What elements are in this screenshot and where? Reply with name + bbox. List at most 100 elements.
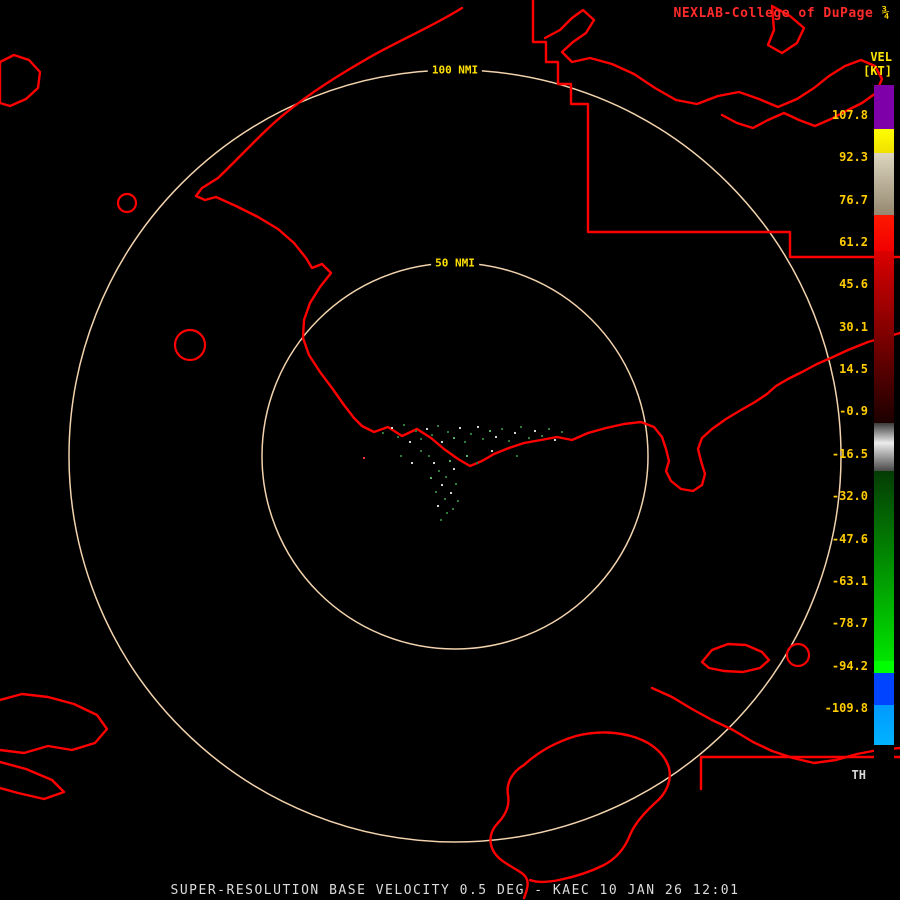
map-outline	[0, 692, 109, 755]
radar-echo	[495, 436, 497, 438]
colorbar-tick: 30.1	[839, 319, 868, 334]
site-title-text: NEXLAB-College of DuPage	[673, 6, 874, 21]
radar-echo	[534, 430, 536, 432]
map-lake-outline	[173, 328, 207, 362]
radar-echo	[561, 431, 563, 433]
radar-echo	[437, 425, 439, 427]
radar-echo	[491, 450, 493, 452]
radar-echo	[482, 438, 484, 440]
colorbar-tick: 76.7	[839, 192, 868, 207]
colorbar-tick: 107.8	[831, 108, 868, 122]
radar-echo	[435, 491, 437, 493]
radar-echo	[501, 428, 503, 430]
radar-echo	[441, 441, 443, 443]
radar-echo	[437, 505, 439, 507]
colorbar-segment	[874, 705, 894, 745]
colorbar-tick: -47.6	[831, 531, 868, 546]
radar-echo	[433, 462, 435, 464]
colorbar-tick: 14.5	[839, 362, 868, 377]
colorbar	[874, 85, 894, 790]
radar-echo	[450, 492, 452, 494]
colorbar-segment	[874, 215, 894, 251]
radar-echo	[520, 426, 522, 428]
radar-echo	[415, 430, 417, 432]
radar-echo	[420, 438, 422, 440]
range-ring-label: 50 NMI	[431, 256, 479, 270]
colorbar-threshold-label: TH	[851, 768, 866, 782]
colorbar-segment	[874, 443, 894, 471]
radar-echo	[554, 439, 556, 441]
page-title: NEXLAB-College of DuPage ¾	[674, 6, 891, 21]
radar-echo	[426, 428, 428, 430]
colorbar-tick: -63.1	[831, 573, 868, 588]
radar-echo	[541, 435, 543, 437]
colorbar-tick: 92.3	[839, 150, 868, 165]
radar-echo	[477, 426, 479, 428]
colorbar-segment	[874, 423, 894, 443]
colorbar-segment	[874, 673, 894, 705]
colorbar-segment	[874, 129, 894, 153]
colorbar-segment	[874, 745, 894, 790]
range-ring-label: 100 NMI	[427, 63, 483, 77]
map-lake-outline	[116, 192, 138, 214]
colorbar-unit-label: VEL	[870, 50, 892, 64]
radar-echo	[446, 512, 448, 514]
radar-echo	[453, 468, 455, 470]
colorbar-tick: -0.9	[839, 404, 868, 419]
radar-echo	[455, 483, 457, 485]
radar-echo	[516, 455, 518, 457]
product-caption: SUPER-RESOLUTION BASE VELOCITY 0.5 DEG -…	[170, 883, 740, 898]
colorbar-segment	[874, 251, 894, 423]
radar-echo	[508, 440, 510, 442]
radar-echo	[449, 460, 451, 462]
radar-echo	[431, 434, 433, 436]
radar-echo	[428, 455, 430, 457]
map-outline	[650, 686, 900, 765]
radar-echo	[409, 441, 411, 443]
radar-echo	[514, 432, 516, 434]
map-outline	[194, 6, 900, 493]
radar-display: NEXLAB-College of DuPage ¾ VEL [KT] 107.…	[0, 0, 900, 900]
colorbar-tick: 45.6	[839, 277, 868, 292]
radar-map	[0, 0, 900, 900]
map-outline	[699, 755, 900, 791]
radar-echo	[457, 500, 459, 502]
radar-echo	[548, 428, 550, 430]
map-outline	[531, 0, 900, 259]
colorbar-segment	[874, 471, 894, 661]
radar-echo	[420, 450, 422, 452]
radar-echo	[489, 430, 491, 432]
radar-echo	[447, 431, 449, 433]
radar-echo	[397, 436, 399, 438]
colorbar-tick: -109.8	[824, 700, 868, 715]
radar-echo	[400, 455, 402, 457]
radar-echo	[459, 427, 461, 429]
colorbar-tick: -16.5	[831, 446, 868, 461]
radar-echo	[440, 519, 442, 521]
radar-echo	[363, 457, 365, 459]
radar-echo	[528, 437, 530, 439]
radar-echo	[430, 477, 432, 479]
colorbar-tick: -78.7	[831, 616, 868, 631]
colorbar-unit-bracket: [KT]	[863, 64, 892, 78]
colorbar-tick: 61.2	[839, 235, 868, 250]
radar-echo	[403, 424, 405, 426]
radar-echo	[382, 432, 384, 434]
radar-echo	[444, 498, 446, 500]
colorbar-segment	[874, 153, 894, 215]
map-outline	[700, 642, 771, 674]
radar-echo	[464, 441, 466, 443]
colorbar-segment	[874, 85, 894, 129]
title-suffix: ¾	[881, 6, 890, 21]
radar-echo	[452, 508, 454, 510]
radar-echo	[470, 433, 472, 435]
radar-echo	[441, 484, 443, 486]
radar-echo	[476, 462, 478, 464]
radar-echo	[438, 470, 440, 472]
map-outline	[0, 760, 66, 801]
map-lake-outline	[785, 642, 811, 668]
radar-echo	[411, 462, 413, 464]
colorbar-tick: -32.0	[831, 489, 868, 504]
map-outline	[0, 53, 42, 108]
map-outline	[489, 731, 671, 900]
